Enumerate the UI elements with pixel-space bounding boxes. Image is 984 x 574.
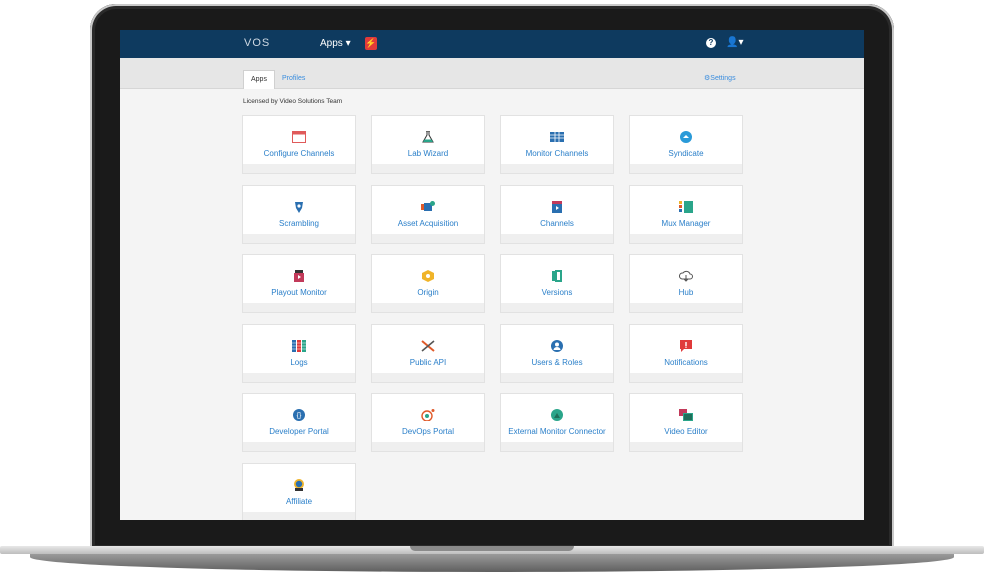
- tools-icon: [421, 339, 435, 352]
- triangle-circle-icon: [550, 408, 564, 421]
- cloud-icon: [678, 269, 693, 282]
- app-card-label: Scrambling: [278, 218, 319, 228]
- app-card-monitor-channels[interactable]: Monitor Channels: [500, 115, 614, 174]
- app-card-asset-acquisition[interactable]: Asset Acquisition: [371, 184, 485, 244]
- app-screen: VOS Apps ▾ ⚡ ? 👤▾ Apps Profiles ⚙Setting…: [120, 30, 864, 520]
- app-card-label: Versions: [541, 288, 573, 297]
- app-card-label: Lab Wizard: [407, 149, 449, 158]
- compass-icon: [421, 408, 435, 422]
- tab-apps[interactable]: Apps: [243, 70, 275, 89]
- playout-icon: [292, 269, 306, 282]
- app-card-label: Affiliate: [285, 496, 313, 506]
- app-card-playout-monitor[interactable]: Playout Monitor: [242, 254, 356, 313]
- app-card-channels[interactable]: Channels: [500, 184, 614, 244]
- app-card-affiliate[interactable]: Affiliate: [242, 462, 356, 520]
- app-card-label: Hub: [678, 288, 694, 297]
- app-card-label: Mux Manager: [661, 218, 711, 228]
- tab-profiles[interactable]: Profiles: [275, 70, 312, 88]
- app-card-label: Channels: [540, 218, 574, 228]
- help-icon[interactable]: ?: [706, 38, 716, 48]
- settings-link[interactable]: ⚙Settings: [704, 74, 736, 82]
- app-card-versions[interactable]: Versions: [500, 254, 614, 313]
- mux-icon: [679, 200, 693, 213]
- app-card-label: Monitor Channels: [525, 149, 589, 158]
- logs-icon: [292, 339, 306, 352]
- app-card-developer-portal[interactable]: {} Developer Portal: [242, 393, 356, 452]
- app-card-scrambling[interactable]: Scrambling: [242, 184, 356, 244]
- user-circle-icon: [550, 339, 564, 352]
- shield-icon: [292, 200, 306, 213]
- chat-alert-icon: [679, 339, 693, 352]
- app-card-label: DevOps Portal: [401, 427, 455, 436]
- browser-window-icon: [292, 130, 306, 143]
- app-card-lab-wizard[interactable]: Lab Wizard: [371, 115, 485, 174]
- braces-icon: {}: [292, 408, 306, 421]
- app-card-label: External Monitor Connector: [508, 427, 606, 436]
- app-card-users-and-roles[interactable]: Users & Roles: [500, 323, 614, 383]
- app-card-label: Asset Acquisition: [397, 218, 459, 228]
- app-card-configure-channels[interactable]: Configure Channels: [242, 115, 356, 174]
- svg-text:{}: {}: [297, 413, 302, 420]
- bolt-icon[interactable]: ⚡: [365, 37, 377, 50]
- app-card-label: Users & Roles: [531, 357, 583, 367]
- user-menu-icon[interactable]: 👤▾: [726, 37, 743, 48]
- app-card-label: Syndicate: [668, 149, 704, 158]
- license-text: Licensed by Video Solutions Team: [243, 98, 343, 105]
- app-card-origin[interactable]: Origin: [371, 254, 485, 313]
- hexagon-icon: [421, 269, 435, 282]
- tv-play-icon: [550, 200, 564, 213]
- app-card-label: Logs: [290, 357, 308, 367]
- app-card-logs[interactable]: Logs: [242, 323, 356, 383]
- versions-icon: [550, 269, 564, 282]
- app-card-label: Playout Monitor: [271, 288, 327, 297]
- apps-dropdown[interactable]: Apps ▾: [320, 38, 351, 49]
- app-card-label: Notifications: [664, 357, 708, 367]
- app-card-mux-manager[interactable]: Mux Manager: [629, 184, 743, 244]
- affiliate-icon: [292, 478, 306, 491]
- top-navbar: VOS Apps ▾ ⚡ ? 👤▾: [120, 30, 864, 58]
- app-card-label: Public API: [409, 357, 447, 367]
- laptop-base: [0, 546, 984, 574]
- app-card-public-api[interactable]: Public API: [371, 323, 485, 383]
- flask-icon: [421, 130, 435, 143]
- app-card-notifications[interactable]: Notifications: [629, 323, 743, 383]
- syndicate-icon: [679, 130, 693, 143]
- tabs-bar: Apps Profiles ⚙Settings: [120, 58, 864, 89]
- app-card-external-monitor-connector[interactable]: External Monitor Connector: [500, 393, 614, 452]
- app-card-video-editor[interactable]: Video Editor: [629, 393, 743, 452]
- app-card-label: Configure Channels: [263, 149, 335, 158]
- camera-check-icon: [421, 200, 435, 212]
- app-card-label: Video Editor: [664, 427, 708, 436]
- vos-logo[interactable]: VOS: [244, 37, 270, 49]
- app-card-label: Origin: [417, 288, 439, 297]
- app-card-devops-portal[interactable]: DevOps Portal: [371, 393, 485, 452]
- app-card-syndicate[interactable]: Syndicate: [629, 115, 743, 174]
- app-card-hub[interactable]: Hub: [629, 254, 743, 313]
- grid-monitor-icon: [550, 130, 564, 142]
- app-card-label: Developer Portal: [269, 427, 329, 436]
- film-icon: [679, 408, 693, 421]
